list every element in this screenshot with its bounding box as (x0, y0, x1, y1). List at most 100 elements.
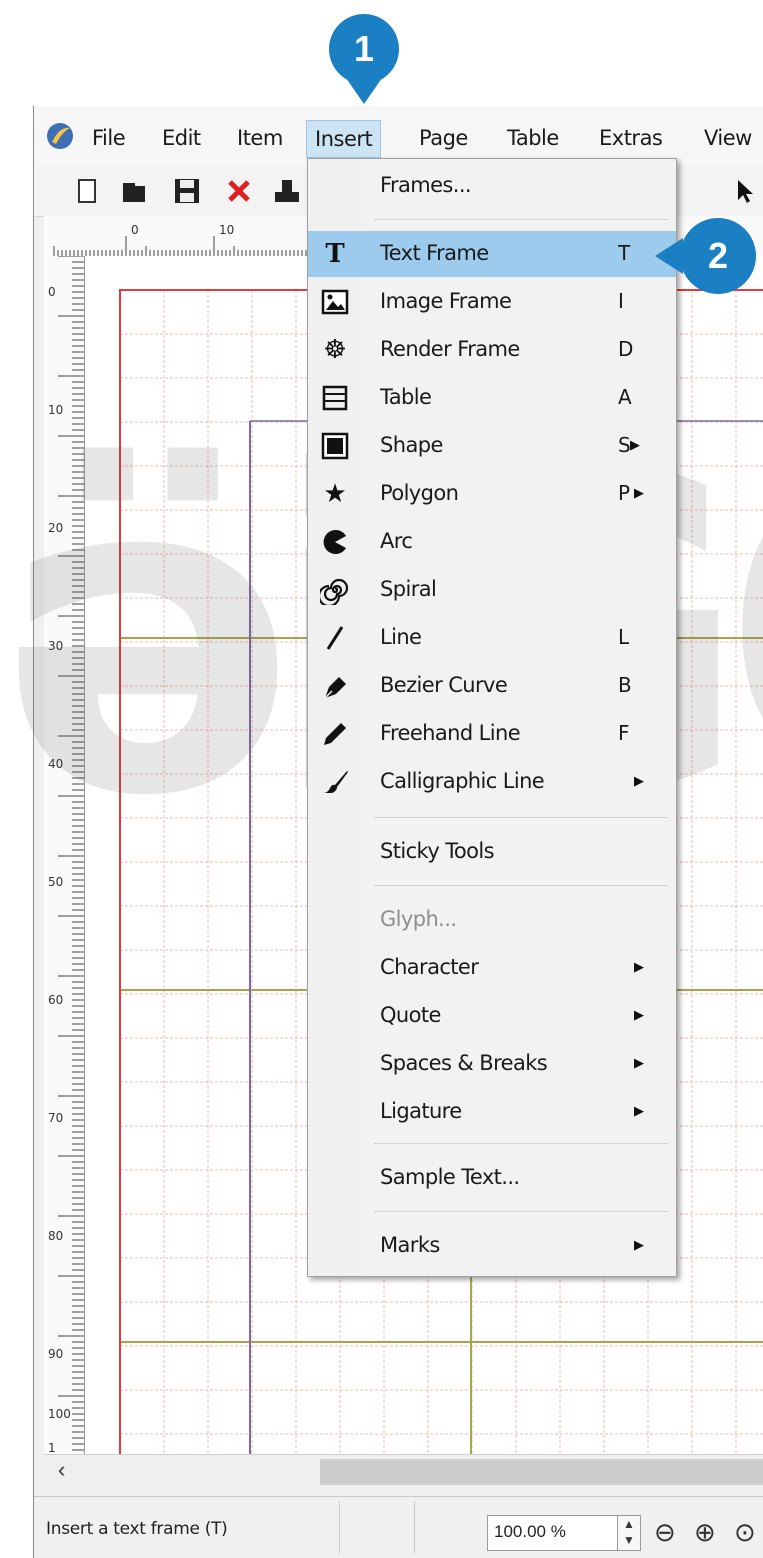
menu-item-spaces-breaks[interactable]: Spaces & Breaks ▶ (308, 1041, 676, 1087)
scribus-logo-icon (47, 123, 73, 149)
zoom-input[interactable]: 100.00 % (487, 1515, 619, 1551)
menu-item-label: Sample Text... (380, 1165, 520, 1189)
menu-item-sample-text[interactable]: Sample Text... (308, 1155, 676, 1201)
menu-item-marks[interactable]: Marks ▶ (308, 1223, 676, 1269)
arc-icon (323, 530, 346, 554)
submenu-arrow-icon: ▶ (634, 1007, 644, 1022)
new-document-icon[interactable] (72, 176, 102, 206)
menu-item-polygon[interactable]: ★ Polygon P ▶ (308, 471, 676, 517)
close-icon[interactable] (224, 176, 254, 206)
ruler-left-label: 50 (48, 875, 63, 889)
menu-item-freehand-line[interactable]: Freehand Line F (308, 711, 676, 757)
menu-item-glyph: Glyph... (308, 897, 676, 943)
render-frame-icon: ☸ (323, 335, 347, 365)
menu-file[interactable]: File (84, 120, 133, 156)
menu-item-shortcut: A (618, 385, 632, 409)
ruler-left-label: 20 (48, 521, 63, 535)
menu-item-ligature[interactable]: Ligature ▶ (308, 1089, 676, 1135)
menu-item-label: Ligature (380, 1099, 462, 1123)
menu-item-arc[interactable]: Arc (308, 519, 676, 565)
submenu-arrow-icon: ▶ (634, 1237, 644, 1252)
ruler-left-label: 60 (48, 993, 63, 1007)
menu-item-calligraphic-line[interactable]: Calligraphic Line ▶ (308, 759, 676, 805)
insert-menu-dropdown: Frames... T Text Frame T Image Frame I ☸… (307, 158, 677, 1277)
zoom-spinner[interactable]: ▲ ▼ (617, 1515, 641, 1551)
menu-item-shortcut: F (618, 721, 630, 745)
menu-item[interactable]: Item (229, 120, 291, 156)
menu-item-label: Spaces & Breaks (380, 1051, 548, 1075)
select-pointer-icon[interactable] (730, 176, 760, 206)
menu-item-bezier-curve[interactable]: Bezier Curve B (308, 663, 676, 709)
ruler-top-label-10: 10 (219, 223, 234, 237)
menu-item-label: Frames... (380, 173, 472, 197)
menu-item-shortcut: P (618, 481, 631, 505)
zoom-in-icon[interactable]: ⊕ (694, 1517, 716, 1548)
menu-item-text-frame[interactable]: T Text Frame T (308, 231, 676, 277)
menu-separator (374, 817, 668, 818)
ruler-left-label: 30 (48, 639, 63, 653)
menu-item-label: Polygon (380, 481, 459, 505)
callout-step-1-pointer (346, 78, 382, 104)
status-divider (414, 1501, 415, 1553)
status-bar: Insert a text frame (T) 100.00 % ▲ ▼ ⊖ ⊕ … (34, 1496, 763, 1558)
menu-view[interactable]: View (696, 120, 760, 156)
menu-item-shortcut: L (618, 625, 630, 649)
menu-item-line[interactable]: Line L (308, 615, 676, 661)
brush-icon (323, 771, 348, 793)
menu-bar: File Edit Item Insert Page Table Extras … (34, 106, 763, 166)
menu-item-label: Line (380, 625, 422, 649)
horizontal-scrollbar[interactable]: ‹ (44, 1454, 763, 1489)
ruler-left-label: 10 (48, 403, 63, 417)
menu-item-label: Quote (380, 1003, 441, 1027)
ruler-top-label-0: 0 (131, 223, 139, 237)
menu-page[interactable]: Page (411, 120, 476, 156)
save-icon[interactable] (172, 176, 202, 206)
menu-item-shortcut: I (618, 289, 624, 313)
menu-insert[interactable]: Insert (306, 120, 382, 158)
menu-edit[interactable]: Edit (154, 120, 209, 156)
menu-table[interactable]: Table (499, 120, 567, 156)
menu-item-shortcut: B (618, 673, 632, 697)
menu-item-quote[interactable]: Quote ▶ (308, 993, 676, 1039)
menu-item-sticky-tools[interactable]: Sticky Tools (308, 829, 676, 875)
spiral-icon (320, 578, 349, 605)
menu-extras[interactable]: Extras (591, 120, 670, 156)
zoom-icon[interactable]: ⊙ (734, 1517, 756, 1548)
menu-item-frames[interactable]: Frames... (308, 163, 676, 209)
menu-item-render-frame[interactable]: ☸ Render Frame D (308, 327, 676, 373)
menu-item-shortcut: D (618, 337, 634, 361)
submenu-arrow-icon: ▶ (630, 437, 640, 452)
menu-separator (374, 219, 668, 220)
menu-item-label: Arc (380, 529, 413, 553)
menu-item-label: Bezier Curve (380, 673, 508, 697)
ruler-left-label: 70 (48, 1111, 63, 1125)
vertical-ruler-ticks: 0 10 20 30 40 50 60 70 80 90 100 1 (48, 255, 84, 1457)
menu-item-shape[interactable]: Shape S ▶ (308, 423, 676, 469)
zoom-out-icon[interactable]: ⊖ (654, 1517, 676, 1548)
menu-item-label: Shape (380, 433, 443, 457)
bezier-pen-icon (324, 677, 346, 699)
status-message: Insert a text frame (T) (46, 1519, 228, 1539)
menu-item-character[interactable]: Character ▶ (308, 945, 676, 991)
scrollbar-thumb[interactable] (320, 1459, 763, 1485)
submenu-arrow-icon: ▶ (634, 1103, 644, 1118)
print-icon[interactable] (272, 176, 302, 206)
line-icon (326, 626, 344, 650)
open-folder-icon[interactable] (120, 176, 150, 206)
submenu-arrow-icon: ▶ (634, 959, 644, 974)
menu-item-spiral[interactable]: Spiral (308, 567, 676, 613)
menu-item-label: Sticky Tools (380, 839, 495, 863)
menu-separator (374, 885, 668, 886)
ruler-left-label: 80 (48, 1229, 63, 1243)
menu-separator (374, 1211, 668, 1212)
menu-item-table[interactable]: Table A (308, 375, 676, 421)
shape-icon (321, 432, 349, 460)
ruler-left-label: 90 (48, 1347, 63, 1361)
menu-item-image-frame[interactable]: Image Frame I (308, 279, 676, 325)
menu-item-label: Calligraphic Line (380, 769, 545, 793)
submenu-arrow-icon: ▶ (634, 1055, 644, 1070)
text-frame-icon: T (325, 239, 345, 269)
image-frame-icon (321, 289, 349, 315)
scroll-left-icon[interactable]: ‹ (58, 1457, 65, 1483)
menu-item-label: Character (380, 955, 479, 979)
